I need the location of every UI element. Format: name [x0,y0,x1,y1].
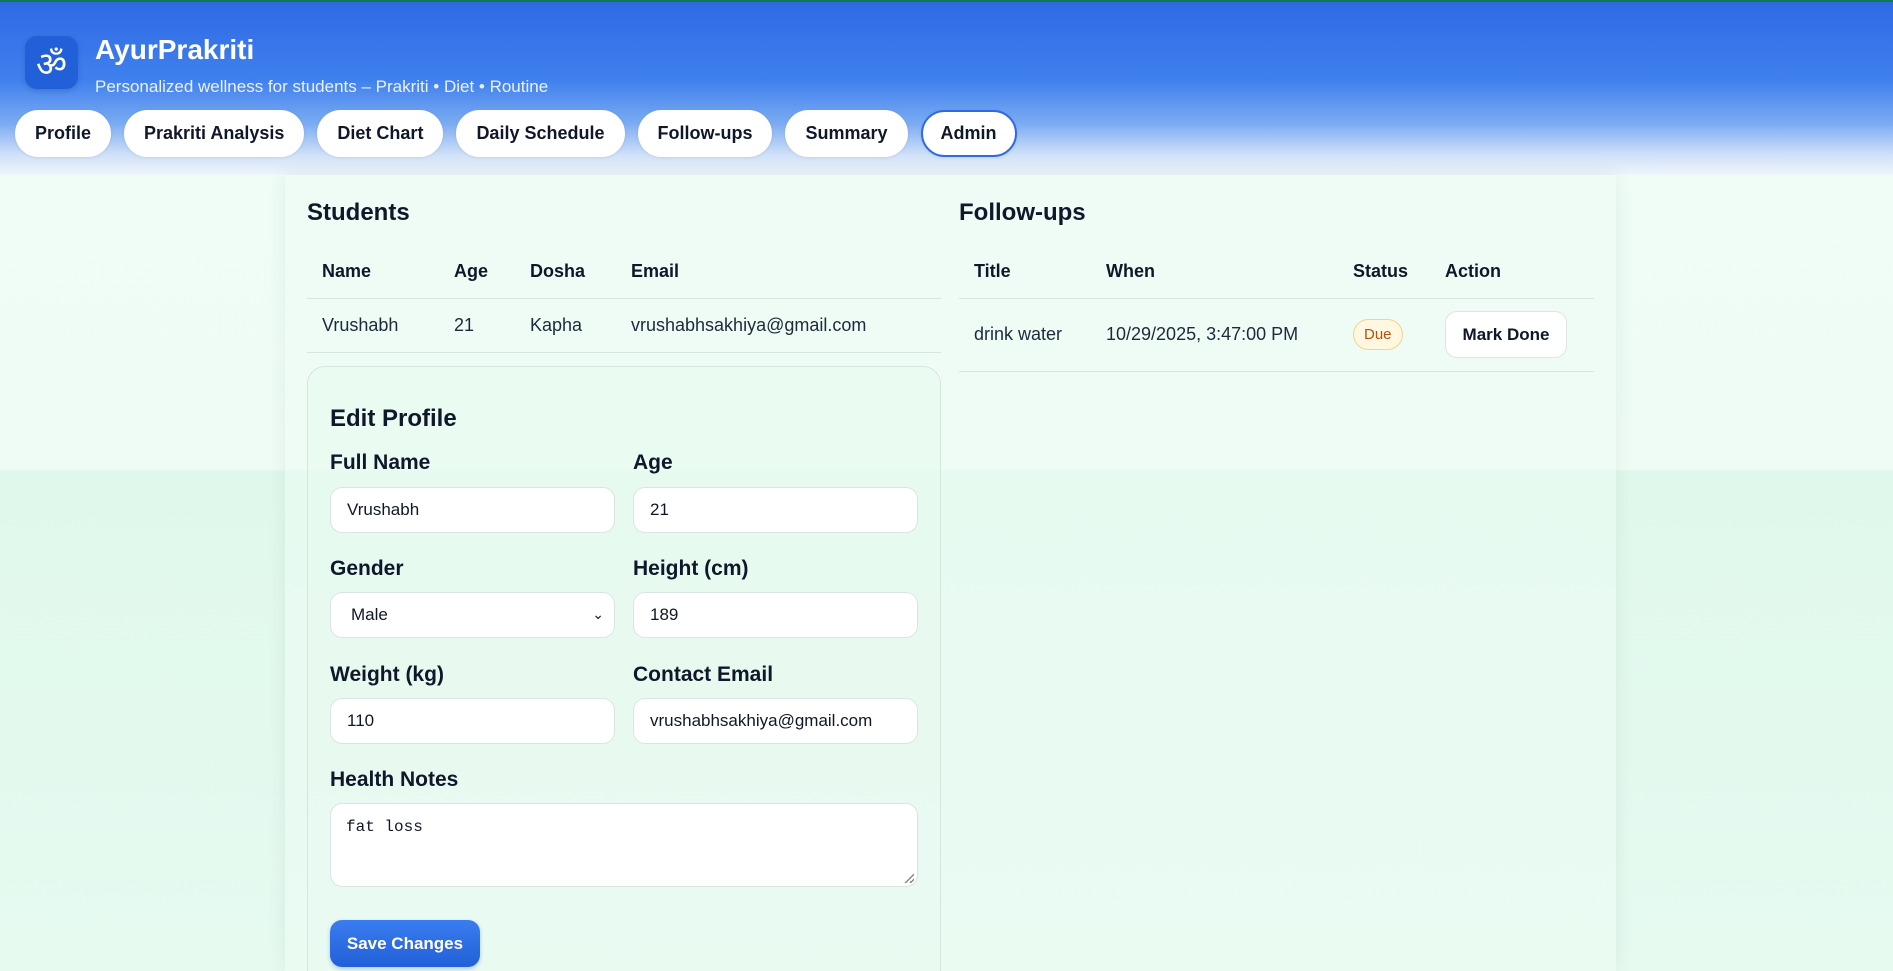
students-header-row: Name Age Dosha Email [307,245,941,298]
edit-profile-title: Edit Profile [330,405,457,432]
table-row[interactable]: Vrushabh 21 Kapha vrushabhsakhiya@gmail.… [307,298,941,352]
followup-title: drink water [974,324,1063,344]
student-dosha: Kapha [530,314,583,335]
health-notes-text: fat loss [346,818,423,836]
tab-follow-ups[interactable]: Follow-ups [637,110,773,157]
contact-email-field[interactable]: vrushabhsakhiya@gmail.com [633,698,918,744]
tab-prakriti-analysis[interactable]: Prakriti Analysis [124,110,305,157]
full-name-field[interactable]: Vrushabh [330,487,615,533]
col-title-header: Title [974,260,1011,281]
col-action-header: Action [1445,260,1501,281]
tab-admin[interactable]: Admin [920,110,1017,157]
table-row: drink water 10/29/2025, 3:47:00 PM Due M… [959,298,1594,371]
health-notes-textarea[interactable]: fat loss [330,803,918,887]
col-when-header: When [1106,260,1155,281]
edit-profile-card: Edit Profile Full Name Vrushabh Age 21 G… [307,366,941,971]
gender-selected-value: Male [351,605,388,624]
students-table: Name Age Dosha Email Vrushabh 21 Kapha v… [307,245,941,353]
main-nav: Profile Prakriti Analysis Diet Chart Dai… [15,110,1017,157]
followups-table: Title When Status Action drink water 10/… [959,245,1594,372]
admin-panel: Students Name Age Dosha Email Vrushabh 2… [285,175,1616,971]
followup-when: 10/29/2025, 3:47:00 PM [1106,324,1299,344]
health-notes-label: Health Notes [330,768,459,791]
weight-field[interactable]: 110 [330,698,615,744]
tab-diet-chart[interactable]: Diet Chart [317,110,444,157]
followup-status-cell: Due [1338,298,1430,371]
col-age-header: Age [454,260,489,281]
app-title: AyurPrakriti [95,34,255,65]
save-changes-button[interactable]: Save Changes [330,920,480,967]
om-logo-icon: ॐ [25,36,78,89]
col-dosha-header: Dosha [530,260,586,281]
followup-action-cell: Mark Done [1430,298,1594,371]
resize-handle-icon[interactable] [904,873,914,883]
mark-done-button[interactable]: Mark Done [1445,311,1567,358]
col-status-header: Status [1353,260,1409,281]
students-title: Students [307,199,410,226]
gender-select[interactable]: Male ⌄ [330,592,615,638]
student-email: vrushabhsakhiya@gmail.com [631,314,867,335]
tab-summary[interactable]: Summary [785,110,908,157]
age-field[interactable]: 21 [633,487,918,533]
height-label: Height (cm) [633,557,749,580]
height-field[interactable]: 189 [633,592,918,638]
col-name-header: Name [322,260,372,281]
weight-label: Weight (kg) [330,663,444,686]
status-badge: Due [1353,319,1403,350]
followups-title: Follow-ups [959,199,1086,226]
student-name: Vrushabh [322,314,399,335]
full-name-label: Full Name [330,451,431,474]
tab-profile[interactable]: Profile [15,110,112,157]
col-email-header: Email [631,260,680,281]
app-header: ॐ AyurPrakriti Personalized wellness for… [0,0,1893,175]
student-age: 21 [454,314,475,335]
contact-email-label: Contact Email [633,663,774,686]
tab-daily-schedule[interactable]: Daily Schedule [456,110,625,157]
gender-label: Gender [330,557,404,580]
age-label: Age [633,451,673,474]
app-subtitle: Personalized wellness for students – Pra… [95,77,549,96]
followups-header-row: Title When Status Action [959,245,1594,298]
chevron-down-icon: ⌄ [592,607,604,623]
